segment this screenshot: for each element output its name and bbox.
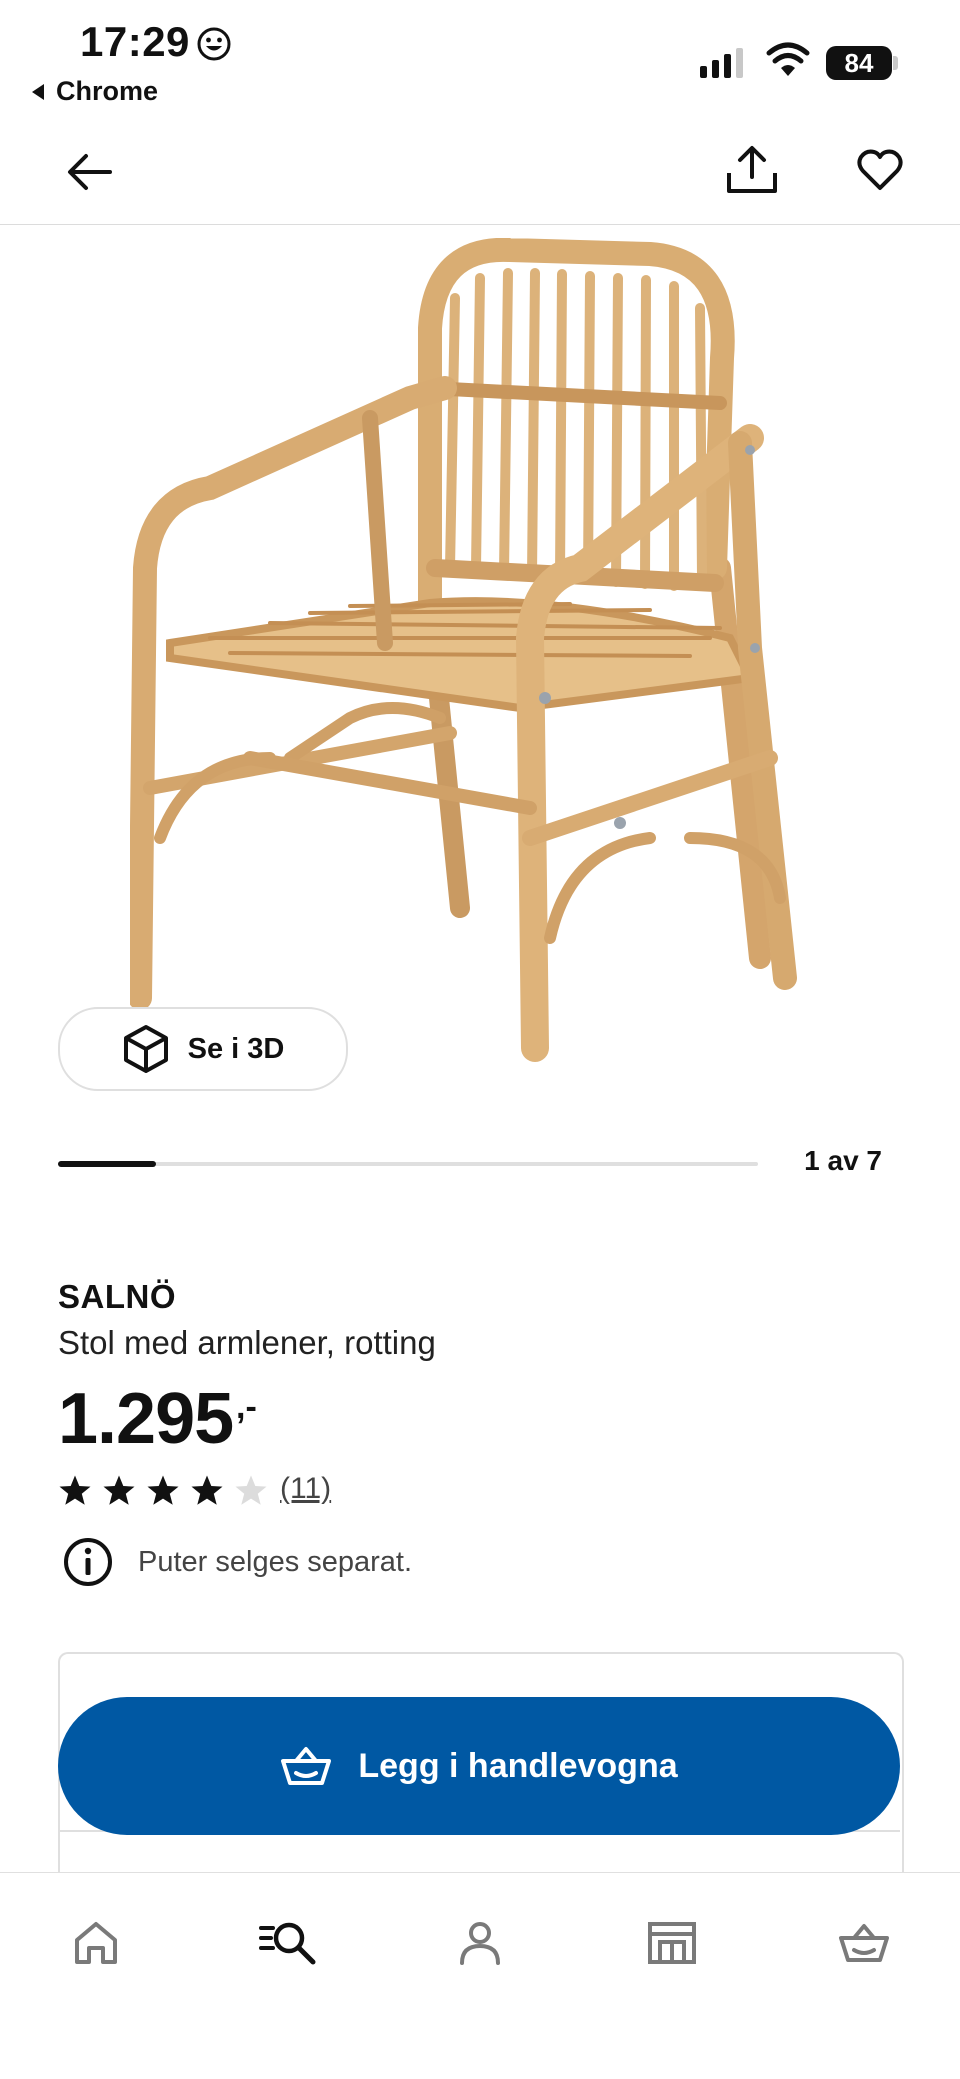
battery-cap — [893, 56, 898, 70]
nav-profile[interactable] — [448, 1911, 512, 1975]
nav-cart[interactable] — [832, 1911, 896, 1975]
product-description: Stol med armlener, rotting — [58, 1324, 436, 1361]
status-time: 17:29 — [80, 18, 190, 65]
cart-icon — [839, 1924, 889, 1962]
back-triangle-icon — [32, 83, 44, 100]
gallery-page-indicator: 1 av 7 — [804, 1145, 882, 1176]
review-count-link[interactable]: (11) — [280, 1472, 331, 1506]
info-text: Puter selges separat. — [138, 1545, 413, 1578]
price-suffix: ,- — [236, 1388, 257, 1426]
view-3d-label: Se i 3D — [187, 1032, 285, 1065]
star-filled-icon — [59, 1475, 91, 1505]
star-empty-icon — [235, 1475, 267, 1505]
favorite-button[interactable] — [848, 138, 912, 202]
smiley-icon — [197, 27, 231, 61]
add-to-cart-button[interactable]: Legg i handlevogna — [58, 1697, 900, 1835]
bottom-navigation — [0, 1872, 960, 2079]
app-header — [0, 120, 960, 225]
basket-icon — [281, 1747, 332, 1785]
search-icon — [259, 1922, 316, 1965]
gallery-progress-fill — [58, 1161, 156, 1167]
info-note: Puter selges separat. — [62, 1536, 412, 1588]
product-price: 1.295 — [58, 1379, 234, 1459]
back-to-app-link[interactable]: Chrome — [30, 76, 158, 107]
profile-icon — [460, 1922, 500, 1965]
gallery-progress-track — [58, 1162, 758, 1166]
rating-stars[interactable] — [58, 1474, 268, 1508]
home-icon — [75, 1922, 117, 1964]
info-icon — [64, 1538, 112, 1586]
nav-stores[interactable] — [640, 1911, 704, 1975]
star-filled-icon — [147, 1475, 179, 1505]
arrow-left-icon — [68, 154, 112, 190]
product-name: SALNÖ — [58, 1278, 176, 1315]
nav-search[interactable] — [256, 1911, 320, 1975]
add-to-cart-label: Legg i handlevogna — [358, 1746, 678, 1785]
store-icon — [648, 1922, 696, 1964]
view-3d-button[interactable]: Se i 3D — [58, 1007, 348, 1091]
back-button[interactable] — [57, 140, 121, 204]
product-image[interactable] — [130, 238, 830, 1098]
star-filled-icon — [103, 1475, 135, 1505]
share-icon — [727, 146, 777, 193]
share-button[interactable] — [720, 138, 784, 202]
star-filled-icon — [191, 1475, 223, 1505]
nav-home[interactable] — [64, 1911, 128, 1975]
signal-icon — [700, 44, 743, 78]
heart-icon — [857, 149, 903, 190]
back-app-label: Chrome — [56, 76, 159, 106]
wifi-icon — [766, 42, 810, 76]
battery-indicator: 84 — [826, 46, 892, 80]
cube-icon — [123, 1025, 168, 1073]
